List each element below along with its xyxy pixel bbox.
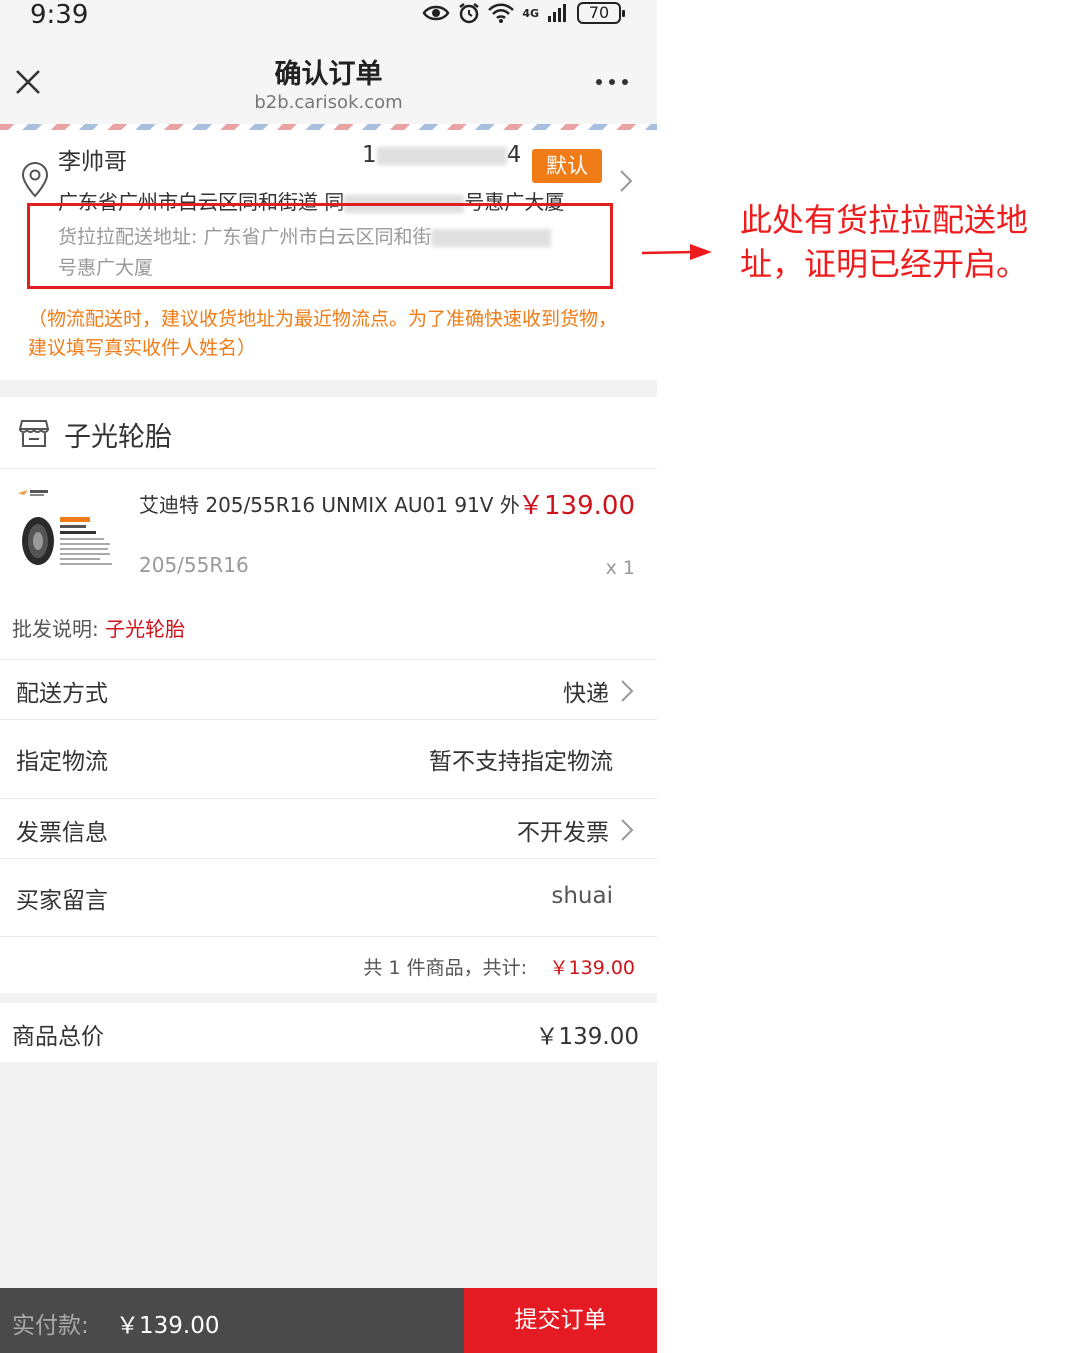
designated-logistics-value: 暂不支持指定物流 <box>429 749 613 775</box>
signal-icon <box>548 4 566 22</box>
eye-icon <box>422 5 450 21</box>
nav-bar: 确认订单 b2b.carisok.com <box>0 40 657 124</box>
redaction-blur <box>376 146 507 165</box>
status-icons: 4G 70 <box>422 2 625 24</box>
huolala-address-suffix: 号惠广大厦 <box>58 257 154 279</box>
page-domain: b2b.carisok.com <box>254 92 403 113</box>
subtotal-value: ￥139.00 <box>549 957 635 979</box>
total-value: ￥139.00 <box>535 1024 639 1050</box>
wholesale-note: 批发说明: 子光轮胎 <box>12 613 185 642</box>
chevron-right-icon <box>621 680 634 702</box>
chevron-right-icon <box>621 819 634 841</box>
wifi-icon <box>488 3 515 23</box>
invoice-row[interactable]: 发票信息 不开发票 <box>0 798 657 858</box>
total-label: 商品总价 <box>12 1024 104 1050</box>
battery-icon: 70 <box>577 2 625 24</box>
store-icon <box>18 420 50 447</box>
phone-screen: 9:39 4G 70 确认订单 b2b.carisok.com 李帅哥 1 4 … <box>0 0 657 1353</box>
logistics-tip: （物流配送时，建议收货地址为最近物流点。为了准确快速收到货物，建议填写真实收件人… <box>28 308 618 359</box>
redaction-blur <box>431 228 552 247</box>
invoice-label: 发票信息 <box>16 820 108 846</box>
huolala-address: 货拉拉配送地址: 广东省广州市白云区同和街 号惠广大厦 <box>58 222 598 284</box>
checkout-bar: 实付款: ￥139.00 提交订单 <box>0 1288 657 1353</box>
submit-order-button[interactable]: 提交订单 <box>464 1288 657 1353</box>
network-type: 4G <box>522 6 539 20</box>
shop-header: 子光轮胎 <box>0 397 657 469</box>
delivery-method-label: 配送方式 <box>16 681 108 707</box>
shop-card: 子光轮胎 艾迪特 205/55R16 UNMIX AU01 91V 外 ￥139… <box>0 397 657 993</box>
shop-name[interactable]: 子光轮胎 <box>64 415 172 454</box>
buyer-message-row[interactable]: 买家留言 shuai <box>0 858 657 936</box>
buyer-message-label: 买家留言 <box>16 888 108 914</box>
designated-logistics-row: 指定物流 暂不支持指定物流 <box>0 719 657 798</box>
huolala-address-prefix: 货拉拉配送地址: 广东省广州市白云区同和街 <box>58 226 432 248</box>
product-spec: 205/55R16 <box>139 553 249 577</box>
delivery-method-value: 快递 <box>563 681 609 707</box>
page-title: 确认订单 <box>274 59 383 90</box>
status-bar: 9:39 4G 70 <box>0 0 657 40</box>
chevron-right-icon[interactable] <box>618 168 634 194</box>
annotation-note: 此处有货拉拉配送地址，证明已经开启。 <box>740 201 1029 283</box>
recipient-phone: 14 <box>362 142 521 168</box>
recipient-name: 李帅哥 <box>58 149 127 175</box>
designated-logistics-label: 指定物流 <box>16 749 108 775</box>
more-icon[interactable] <box>595 78 629 86</box>
status-time: 9:39 <box>30 0 89 30</box>
buyer-message-input[interactable]: shuai <box>551 883 613 909</box>
alarm-icon <box>459 3 480 24</box>
total-card: 商品总价 ￥139.00 <box>0 1003 657 1062</box>
address-card[interactable]: 李帅哥 14 默认 广东省广州市白云区同和街道 同号惠广大厦 货拉拉配送地址: … <box>0 130 657 380</box>
wholesale-value: 子光轮胎 <box>105 617 186 641</box>
location-pin-icon <box>21 162 49 198</box>
pay-label: 实付款: <box>12 1313 89 1339</box>
pay-amount: ￥139.00 <box>116 1313 220 1339</box>
phone-suffix: 4 <box>506 142 522 168</box>
wholesale-label: 批发说明: <box>12 617 99 641</box>
default-badge: 默认 <box>532 149 602 183</box>
subtotal-label: 共 1 件商品，共计: <box>363 957 527 979</box>
product-quantity: x 1 <box>605 557 635 579</box>
phone-prefix: 1 <box>362 142 377 168</box>
subtotal-row: 共 1 件商品，共计: ￥139.00 <box>0 936 657 993</box>
arrow-right-icon <box>641 244 712 260</box>
invoice-value: 不开发票 <box>517 820 609 846</box>
product-image[interactable] <box>14 485 122 575</box>
product-title[interactable]: 艾迪特 205/55R16 UNMIX AU01 91V 外 <box>139 489 529 518</box>
delivery-method-row[interactable]: 配送方式 快递 <box>0 659 657 719</box>
product-price: ￥139.00 <box>518 491 635 521</box>
